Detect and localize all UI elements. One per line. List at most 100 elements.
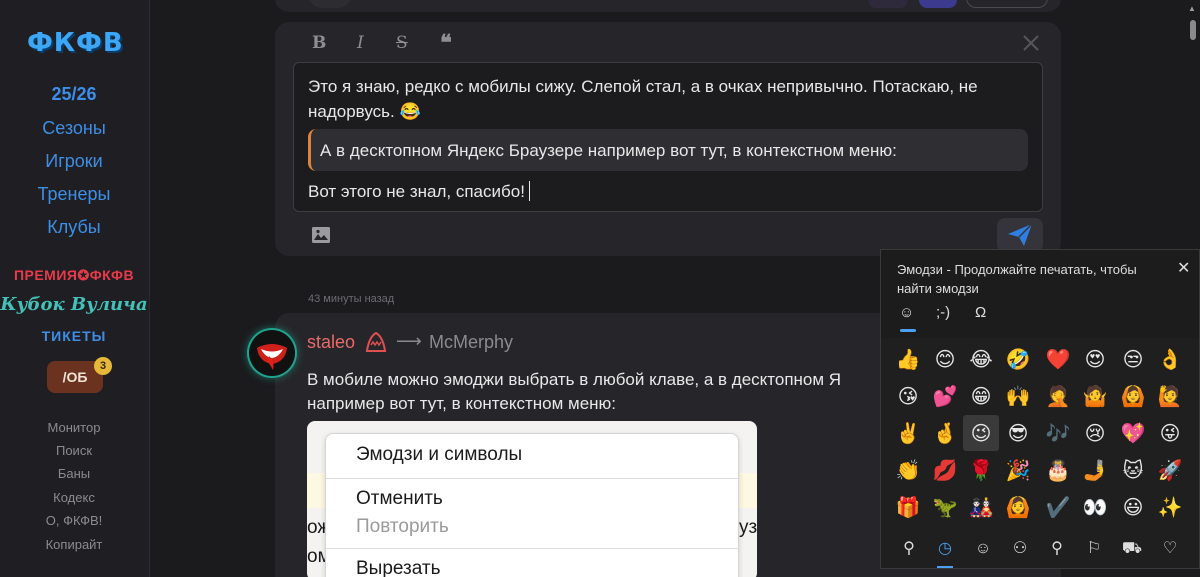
emoji-cell[interactable]: 👀 bbox=[1077, 489, 1113, 525]
link-about[interactable]: О, ФКФВ! bbox=[0, 513, 148, 528]
link-search[interactable]: Поиск bbox=[0, 443, 148, 458]
emoji-cell[interactable]: 🙆 bbox=[1000, 489, 1036, 525]
reply-arrow-icon: ⟶ bbox=[396, 331, 422, 351]
image-icon[interactable] bbox=[311, 225, 331, 245]
emoji-cell[interactable]: 🤳 bbox=[1077, 452, 1113, 488]
link-codex[interactable]: Кодекс bbox=[0, 490, 148, 505]
emoji-panel: Эмодзи - Продолжайте печатать, чтобы най… bbox=[880, 249, 1200, 569]
close-icon[interactable]: ✕ bbox=[1177, 258, 1190, 278]
screenshot-text-fragment: узе bbox=[739, 517, 757, 538]
tab-emoji[interactable]: ☺ bbox=[899, 304, 914, 321]
nav-clubs[interactable]: Клубы bbox=[0, 217, 148, 238]
recipient-name[interactable]: McMerphy bbox=[429, 332, 513, 353]
emoji-cell[interactable]: 🤞 bbox=[927, 415, 963, 451]
emoji-cell[interactable]: 🎁 bbox=[890, 489, 926, 525]
active-category-indicator bbox=[937, 566, 953, 568]
season-link[interactable]: 25/26 bbox=[0, 84, 148, 105]
emoji-cell[interactable]: 🚀 bbox=[1152, 452, 1188, 488]
recent-icon[interactable]: ◷ bbox=[934, 538, 956, 560]
emoji-cell[interactable]: 😜 bbox=[1152, 415, 1188, 451]
message-text: В мобиле можно эмоджи выбрать в любой кл… bbox=[307, 368, 887, 416]
emoji-cell[interactable]: 🎂 bbox=[1040, 452, 1076, 488]
scroll-up-arrow-icon[interactable]: ▲ bbox=[1188, 4, 1196, 13]
context-menu-item: Вырезать bbox=[356, 558, 441, 577]
emoji-cell[interactable]: 🦖 bbox=[927, 489, 963, 525]
link-copyright[interactable]: Копирайт bbox=[0, 537, 148, 552]
attached-screenshot[interactable]: ож ом узе Эмодзи и символы Отменить Повт… bbox=[307, 421, 757, 577]
link-bans[interactable]: Баны bbox=[0, 466, 148, 481]
emoji-cell[interactable]: 😘 bbox=[890, 378, 926, 414]
emoji-cell[interactable]: 🤦 bbox=[1040, 378, 1076, 414]
draft-text-line2: Вот этого не знал, спасибо! bbox=[308, 181, 530, 202]
emoji-cell[interactable]: 😁 bbox=[963, 378, 999, 414]
emoji-cell[interactable]: 🎉 bbox=[1000, 452, 1036, 488]
author-name[interactable]: staleo bbox=[307, 332, 355, 353]
avatar[interactable] bbox=[249, 330, 295, 376]
emoji-cell[interactable]: 😃 bbox=[1115, 489, 1151, 525]
previous-card-button[interactable] bbox=[868, 0, 908, 8]
emoji-cell[interactable]: 😂 bbox=[963, 341, 999, 377]
scrollbar-thumb[interactable] bbox=[1190, 20, 1196, 40]
promo-tickets[interactable]: ТИКЕТЫ bbox=[0, 328, 148, 344]
context-menu-item: Отменить bbox=[356, 488, 443, 509]
travel-icon[interactable]: ⛟ bbox=[1121, 538, 1143, 560]
emoji-category-bar: ⚲ ◷ ☺ ⚇ ⚲ ⚐ ⛟ ♡ bbox=[881, 530, 1199, 568]
nav-coaches[interactable]: Тренеры bbox=[0, 184, 148, 205]
emoji-cell[interactable]: 😍 bbox=[1077, 341, 1113, 377]
emoji-cell[interactable]: 🙋 bbox=[1152, 378, 1188, 414]
celebration-icon[interactable]: ⚲ bbox=[1046, 538, 1068, 560]
message-line: В мобиле можно эмоджи выбрать в любой кл… bbox=[307, 370, 842, 389]
emoji-cell[interactable]: 👏 bbox=[890, 452, 926, 488]
emoji-cell[interactable]: ✌️ bbox=[890, 415, 926, 451]
strikethrough-button[interactable]: S bbox=[396, 33, 408, 53]
people-icon[interactable]: ⚇ bbox=[1009, 538, 1031, 560]
italic-button[interactable]: I bbox=[357, 33, 364, 53]
nav-seasons[interactable]: Сезоны bbox=[0, 118, 148, 139]
emoji-cell[interactable]: 🎎 bbox=[963, 489, 999, 525]
emoji-cell[interactable]: 👌 bbox=[1152, 341, 1188, 377]
emoji-cell[interactable]: ❤️ bbox=[1040, 341, 1076, 377]
emoji-cell[interactable]: 💖 bbox=[1115, 415, 1151, 451]
rolling-stones-logo-icon bbox=[257, 344, 287, 370]
quote-text: А в десктопном Яндекс Браузере например … bbox=[320, 141, 897, 160]
nav-players[interactable]: Игроки bbox=[0, 151, 148, 172]
emoji-cell[interactable]: ✔️ bbox=[1040, 489, 1076, 525]
emoji-cell[interactable]: 😢 bbox=[1077, 415, 1113, 451]
search-icon[interactable]: ⚲ bbox=[898, 538, 920, 560]
smiley-icon[interactable]: ☺ bbox=[972, 538, 994, 560]
menu-divider bbox=[326, 478, 740, 479]
tab-kaomoji[interactable]: ;-) bbox=[936, 304, 950, 321]
previous-card-button[interactable] bbox=[919, 0, 957, 8]
emoji-panel-header: Эмодзи - Продолжайте печатать, чтобы най… bbox=[881, 250, 1199, 338]
bold-button[interactable]: B bbox=[312, 33, 326, 53]
emoji-cell[interactable]: 😉 bbox=[963, 415, 999, 451]
send-icon[interactable] bbox=[1006, 222, 1034, 248]
emoji-cell[interactable]: 🐱 bbox=[1115, 452, 1151, 488]
draft-text-line1: Это я знаю, редко с мобилы сижу. Слепой … bbox=[308, 77, 978, 121]
emoji-cell[interactable]: 💕 bbox=[927, 378, 963, 414]
emoji-panel-title: Эмодзи - Продолжайте печатать, чтобы най… bbox=[897, 262, 1137, 296]
heart-icon[interactable]: ♡ bbox=[1159, 538, 1181, 560]
quote-button[interactable]: ❝ bbox=[440, 30, 452, 56]
emoji-cell[interactable]: 🤷 bbox=[1077, 378, 1113, 414]
emoji-cell[interactable]: 👍 bbox=[890, 341, 926, 377]
link-monitor[interactable]: Монитор bbox=[0, 420, 148, 435]
tab-symbols[interactable]: Ω bbox=[975, 304, 986, 321]
close-icon[interactable] bbox=[1020, 32, 1042, 54]
message-timestamp: 43 минуты назад bbox=[308, 293, 395, 305]
promo-cup[interactable]: Кубок Вулича bbox=[0, 294, 148, 315]
emoji-cell[interactable]: 😎 bbox=[1000, 415, 1036, 451]
previous-card-button[interactable] bbox=[966, 0, 1048, 8]
emoji-cell[interactable]: 🙆 bbox=[1115, 378, 1151, 414]
site-logo[interactable]: ФКФВ bbox=[27, 28, 124, 58]
emoji-cell[interactable]: 🌹 bbox=[963, 452, 999, 488]
promo-premium[interactable]: ПРЕМИЯ✪ФКФВ bbox=[0, 267, 148, 284]
emoji-cell[interactable]: 🤣 bbox=[1000, 341, 1036, 377]
emoji-cell[interactable]: 💋 bbox=[927, 452, 963, 488]
emoji-cell[interactable]: 😒 bbox=[1115, 341, 1151, 377]
emoji-cell[interactable]: 😊 bbox=[927, 341, 963, 377]
emoji-cell[interactable]: ✨ bbox=[1152, 489, 1188, 525]
food-icon[interactable]: ⚐ bbox=[1083, 538, 1105, 560]
emoji-cell[interactable]: 🙌 bbox=[1000, 378, 1036, 414]
emoji-cell[interactable]: 🎶 bbox=[1040, 415, 1076, 451]
